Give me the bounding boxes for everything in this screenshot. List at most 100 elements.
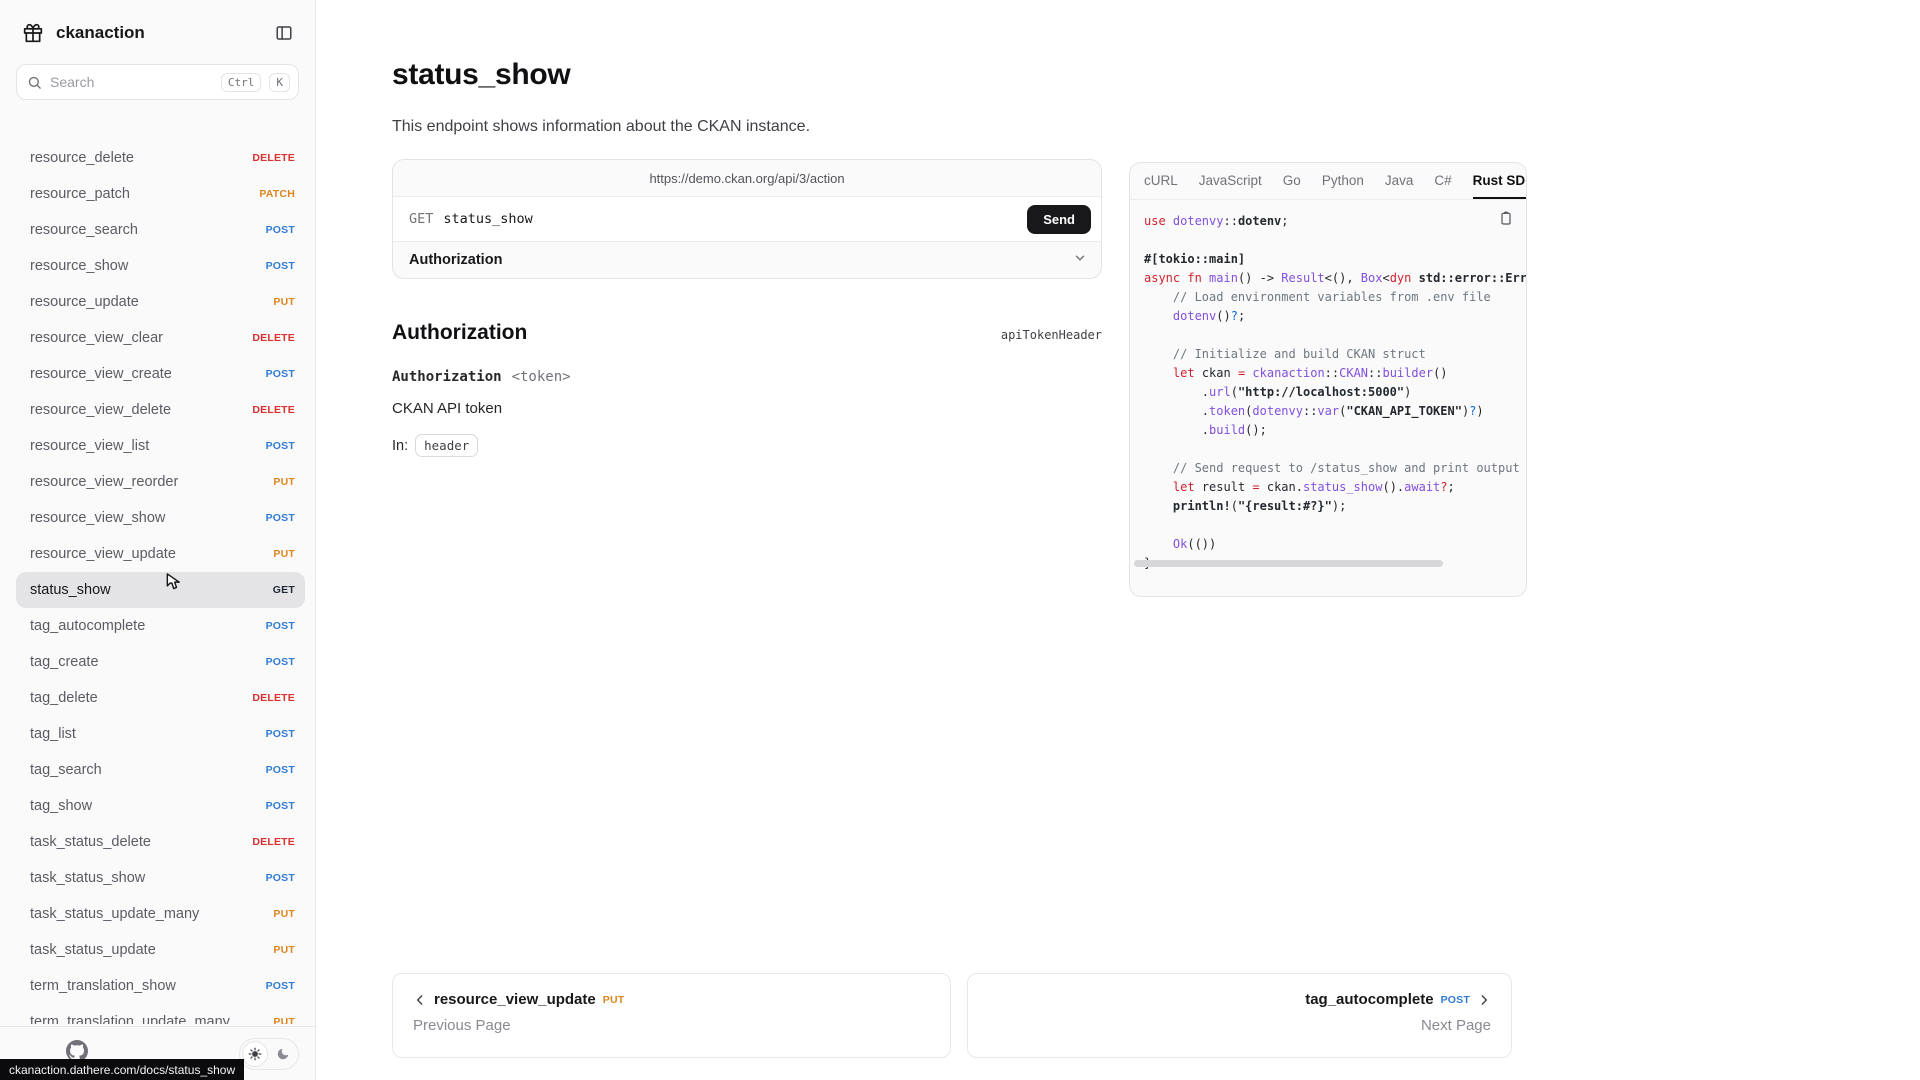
- method-badge: POST: [266, 440, 295, 452]
- endpoint-label: resource_view_create: [30, 365, 266, 384]
- dark-mode-button[interactable]: [270, 1041, 296, 1067]
- tab-python[interactable]: Python: [1322, 163, 1364, 199]
- code-line: dotenv()?;: [1144, 307, 1514, 326]
- endpoint-label: resource_delete: [30, 149, 252, 168]
- tab-go[interactable]: Go: [1283, 163, 1301, 199]
- method-badge: PUT: [273, 1016, 295, 1024]
- code-line: use dotenvy::dotenv;: [1144, 212, 1514, 231]
- sidebar-item-resource_view_update[interactable]: resource_view_updatePUT: [16, 536, 305, 572]
- method-badge: DELETE: [252, 836, 295, 848]
- code-line: [1144, 231, 1514, 250]
- sidebar-item-resource_delete[interactable]: resource_deleteDELETE: [16, 140, 305, 176]
- page-description: This endpoint shows information about th…: [392, 118, 1102, 136]
- code-line: // Initialize and build CKAN struct: [1144, 345, 1514, 364]
- code-line: println!("{result:#?}");: [1144, 497, 1514, 516]
- chevron-down-icon: [1073, 251, 1087, 270]
- copy-icon[interactable]: [1498, 210, 1514, 231]
- method-badge: POST: [266, 224, 295, 236]
- gift-logo-icon: [20, 20, 46, 46]
- sidebar-item-tag_show[interactable]: tag_showPOST: [16, 788, 305, 824]
- endpoint-label: resource_view_show: [30, 509, 266, 528]
- previous-page-sub: Previous Page: [413, 1017, 930, 1034]
- request-method: GET: [409, 211, 433, 227]
- sidebar-item-tag_create[interactable]: tag_createPOST: [16, 644, 305, 680]
- next-page-sub: Next Page: [988, 1017, 1491, 1034]
- code-line: // Load environment variables from .env …: [1144, 288, 1514, 307]
- previous-page-label: resource_view_update: [434, 991, 596, 1008]
- previous-page-method-badge: PUT: [603, 994, 625, 1006]
- endpoint-label: resource_view_list: [30, 437, 266, 456]
- sidebar-item-tag_delete[interactable]: tag_deleteDELETE: [16, 680, 305, 716]
- sidebar: ckanaction Search Ctrl K resource_delete…: [0, 0, 316, 1080]
- sidebar-item-resource_update[interactable]: resource_updatePUT: [16, 284, 305, 320]
- endpoint-label: tag_search: [30, 761, 266, 780]
- sidebar-item-task_status_update_many[interactable]: task_status_update_manyPUT: [16, 896, 305, 932]
- previous-page-card[interactable]: resource_view_update PUT Previous Page: [392, 973, 951, 1058]
- search-input[interactable]: Search Ctrl K: [16, 64, 299, 100]
- sidebar-item-tag_search[interactable]: tag_searchPOST: [16, 752, 305, 788]
- kbd-ctrl: Ctrl: [221, 73, 262, 92]
- endpoint-label: task_status_show: [30, 869, 266, 888]
- code-panel: cURL JavaScript Go Python Java C# Rust SDK use…: [1129, 162, 1527, 597]
- code-block: use dotenvy::dotenv; #[tokio::main]async…: [1130, 200, 1526, 572]
- sidebar-item-resource_search[interactable]: resource_searchPOST: [16, 212, 305, 248]
- sidebar-toggle-icon[interactable]: [271, 20, 297, 46]
- app-title: ckanaction: [56, 23, 261, 43]
- endpoint-label: tag_autocomplete: [30, 617, 266, 636]
- endpoint-label: resource_view_update: [30, 545, 273, 564]
- sidebar-item-status_show[interactable]: status_showGET: [16, 572, 305, 608]
- endpoint-label: resource_show: [30, 257, 266, 276]
- main-content: status_show This endpoint shows informat…: [316, 0, 1920, 1080]
- request-row: GET status_show Send: [393, 197, 1101, 241]
- tab-rust-sdk[interactable]: Rust SDK: [1473, 163, 1527, 199]
- sidebar-header: ckanaction: [0, 0, 315, 52]
- light-mode-button[interactable]: [242, 1041, 268, 1067]
- endpoint-label: tag_show: [30, 797, 266, 816]
- method-badge: POST: [266, 872, 295, 884]
- sidebar-item-task_status_delete[interactable]: task_status_deleteDELETE: [16, 824, 305, 860]
- send-button[interactable]: Send: [1027, 205, 1091, 234]
- tab-javascript[interactable]: JavaScript: [1199, 163, 1262, 199]
- next-page-method-badge: POST: [1441, 994, 1470, 1006]
- chevron-right-icon: [1477, 993, 1491, 1007]
- base-url: https://demo.ckan.org/api/3/action: [393, 160, 1101, 197]
- sidebar-item-term_translation_show[interactable]: term_translation_showPOST: [16, 968, 305, 1004]
- sidebar-item-tag_list[interactable]: tag_listPOST: [16, 716, 305, 752]
- sidebar-item-resource_view_show[interactable]: resource_view_showPOST: [16, 500, 305, 536]
- tab-java[interactable]: Java: [1385, 163, 1414, 199]
- sidebar-item-tag_autocomplete[interactable]: tag_autocompletePOST: [16, 608, 305, 644]
- code-line: .url("http://localhost:5000"): [1144, 383, 1514, 402]
- method-badge: DELETE: [252, 692, 295, 704]
- endpoint-label: resource_search: [30, 221, 266, 240]
- code-line: // Send request to /status_show and prin…: [1144, 459, 1514, 478]
- sidebar-item-resource_patch[interactable]: resource_patchPATCH: [16, 176, 305, 212]
- auth-accordion[interactable]: Authorization: [393, 241, 1101, 278]
- sidebar-item-resource_view_list[interactable]: resource_view_listPOST: [16, 428, 305, 464]
- method-badge: POST: [266, 800, 295, 812]
- horizontal-scrollbar[interactable]: [1134, 560, 1443, 567]
- sidebar-item-resource_view_delete[interactable]: resource_view_deleteDELETE: [16, 392, 305, 428]
- sidebar-item-resource_view_clear[interactable]: resource_view_clearDELETE: [16, 320, 305, 356]
- code-line: let result = ckan.status_show().await?;: [1144, 478, 1514, 497]
- code-line: Ok(()): [1144, 535, 1514, 554]
- sidebar-item-resource_show[interactable]: resource_showPOST: [16, 248, 305, 284]
- sidebar-item-resource_view_create[interactable]: resource_view_createPOST: [16, 356, 305, 392]
- code-line: [1144, 516, 1514, 535]
- auth-scheme-label: apiTokenHeader: [1001, 328, 1102, 342]
- method-badge: GET: [273, 584, 295, 596]
- method-badge: DELETE: [252, 332, 295, 344]
- search-placeholder: Search: [50, 74, 213, 90]
- method-badge: PUT: [273, 944, 295, 956]
- sidebar-item-task_status_update[interactable]: task_status_updatePUT: [16, 932, 305, 968]
- tab-curl[interactable]: cURL: [1144, 163, 1178, 199]
- method-badge: PUT: [273, 476, 295, 488]
- method-badge: POST: [266, 620, 295, 632]
- sidebar-item-resource_view_reorder[interactable]: resource_view_reorderPUT: [16, 464, 305, 500]
- endpoint-label: tag_list: [30, 725, 266, 744]
- endpoint-label: tag_delete: [30, 689, 252, 708]
- sidebar-item-task_status_show[interactable]: task_status_showPOST: [16, 860, 305, 896]
- tab-c-[interactable]: C#: [1434, 163, 1451, 199]
- sidebar-item-term_translation_update_many[interactable]: term_translation_update_manyPUT: [16, 1004, 305, 1024]
- api-playground: https://demo.ckan.org/api/3/action GET s…: [392, 159, 1102, 279]
- next-page-card[interactable]: tag_autocomplete POST Next Page: [967, 973, 1512, 1058]
